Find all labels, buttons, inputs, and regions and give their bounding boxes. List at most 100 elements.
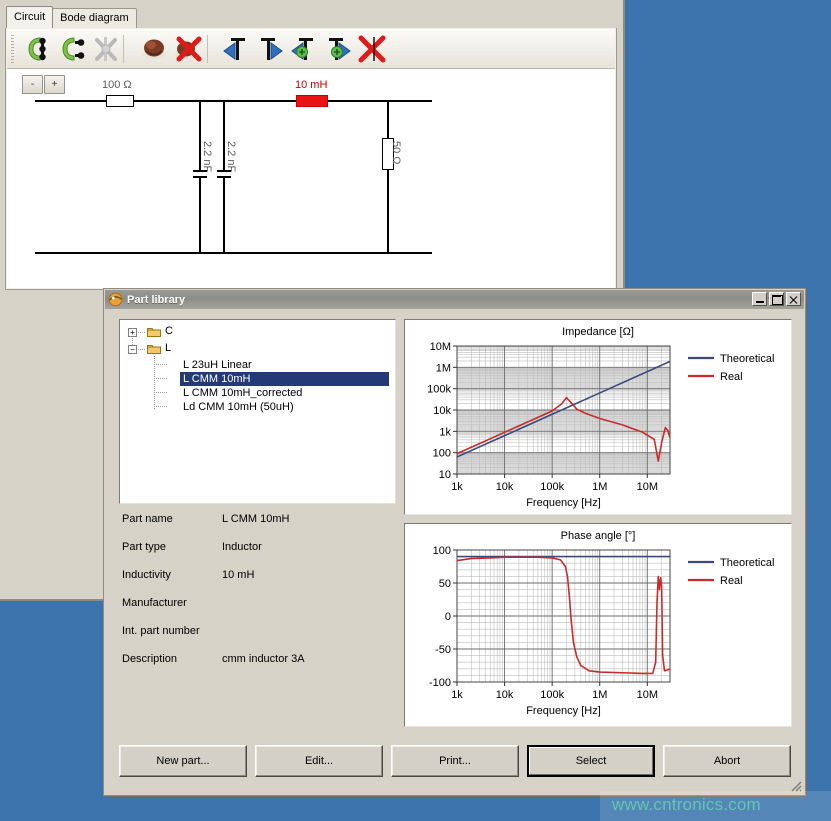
- inductor-l1-label: 10 mH: [295, 79, 327, 91]
- part-library-icon: [108, 292, 123, 307]
- part-tree[interactable]: + C − L L 23uH Linear L CMM 10mH L CMM: [119, 319, 396, 504]
- resistor-r2-label: 50 Ω: [390, 141, 402, 165]
- maximize-button[interactable]: [769, 292, 784, 306]
- insert-series-left-icon[interactable]: [219, 33, 253, 65]
- dialog-title: Part library: [127, 294, 185, 306]
- part-type-label: Part type: [122, 541, 166, 553]
- part-name-value: L CMM 10mH: [222, 513, 289, 525]
- toolbar: [7, 29, 615, 69]
- svg-text:50: 50: [439, 578, 451, 590]
- insert-parallel-right-icon[interactable]: [321, 33, 355, 65]
- part-library-dialog: Part library + C −: [103, 288, 806, 796]
- svg-text:100: 100: [433, 545, 451, 557]
- part-type-value: Inductor: [222, 541, 262, 553]
- svg-text:Frequency [Hz]: Frequency [Hz]: [526, 705, 601, 717]
- svg-text:1M: 1M: [592, 689, 607, 701]
- inductivity-label: Inductivity: [122, 569, 171, 581]
- svg-text:10k: 10k: [433, 405, 451, 417]
- svg-text:1M: 1M: [436, 362, 451, 374]
- int-part-number-label: Int. part number: [122, 625, 200, 637]
- tab-bode-diagram[interactable]: Bode diagram: [52, 8, 137, 28]
- tab-circuit[interactable]: Circuit: [6, 6, 53, 28]
- tree-group-l-label[interactable]: L: [165, 342, 171, 354]
- svg-text:10M: 10M: [430, 341, 451, 353]
- watermark: www.cntronics.com: [612, 795, 761, 815]
- svg-text:Theoretical: Theoretical: [720, 353, 774, 365]
- capacitor-c2-label: 2.2 nF: [225, 141, 237, 172]
- wire-bottom: [35, 252, 432, 254]
- impedance-plot: 101001k10k100k1M10M1k10k100k1M10MFrequen…: [405, 320, 793, 516]
- wire-top: [35, 100, 432, 102]
- part-name-label: Part name: [122, 513, 173, 525]
- svg-text:0: 0: [445, 611, 451, 623]
- abort-button[interactable]: Abort: [663, 745, 791, 777]
- print-button[interactable]: Print...: [391, 745, 519, 777]
- inductivity-value: 10 mH: [222, 569, 254, 581]
- svg-text:10M: 10M: [637, 689, 658, 701]
- wire-r2-lower: [387, 169, 389, 254]
- svg-text:-50: -50: [435, 644, 451, 656]
- tree-toggle-l[interactable]: −: [128, 345, 137, 354]
- svg-text:100k: 100k: [540, 481, 564, 493]
- edit-button[interactable]: Edit...: [255, 745, 383, 777]
- tabstrip: CircuitBode diagram: [6, 6, 136, 28]
- part-properties-icon[interactable]: [137, 33, 171, 65]
- folder-icon-l: [147, 343, 161, 354]
- inductor-l1[interactable]: [296, 95, 328, 107]
- wire-c1-lower: [199, 177, 201, 254]
- schematic-sheet[interactable]: - + 100 Ω 10 mH 2.2 nF 2.2 nF: [7, 69, 615, 288]
- description-value: cmm inductor 3A: [222, 653, 305, 665]
- connect-terminal-icon[interactable]: [55, 33, 89, 65]
- disconnect-icon[interactable]: [89, 33, 123, 65]
- svg-text:1k: 1k: [451, 481, 463, 493]
- minimize-button[interactable]: [752, 292, 767, 306]
- list-item[interactable]: L 23uH Linear: [180, 358, 255, 372]
- list-item[interactable]: L CMM 10mH: [180, 372, 389, 386]
- description-label: Description: [122, 653, 177, 665]
- zoom-in-button[interactable]: +: [44, 75, 65, 94]
- select-button-label: Select: [529, 747, 653, 775]
- delete-part-icon[interactable]: [171, 33, 205, 65]
- close-button[interactable]: [786, 292, 801, 306]
- folder-icon-c: [147, 326, 161, 337]
- toolbar-grip[interactable]: [11, 35, 14, 63]
- capacitor-c1-label: 2.2 nF: [201, 141, 213, 172]
- delete-branch-icon[interactable]: [355, 33, 389, 65]
- impedance-chart-panel: Impedance [Ω] 101001k10k100k1M10M1k10k10…: [404, 319, 792, 515]
- wire-r2-upper: [387, 100, 389, 138]
- svg-text:Real: Real: [720, 371, 743, 383]
- list-item[interactable]: L CMM 10mH_corrected: [180, 386, 305, 400]
- dialog-titlebar[interactable]: Part library: [105, 290, 804, 309]
- new-part-button[interactable]: New part...: [119, 745, 247, 777]
- insert-parallel-left-icon[interactable]: [287, 33, 321, 65]
- tree-group-c-label[interactable]: C: [165, 325, 173, 337]
- resistor-r1-label: 100 Ω: [102, 79, 132, 91]
- insert-series-right-icon[interactable]: [253, 33, 287, 65]
- svg-text:1k: 1k: [451, 689, 463, 701]
- svg-text:Frequency [Hz]: Frequency [Hz]: [526, 497, 601, 509]
- select-button[interactable]: Select: [527, 745, 655, 777]
- svg-text:100k: 100k: [427, 384, 451, 396]
- svg-text:10k: 10k: [496, 481, 514, 493]
- list-item[interactable]: Ld CMM 10mH (50uH): [180, 400, 297, 414]
- svg-text:1M: 1M: [592, 481, 607, 493]
- wire-c2-lower: [223, 177, 225, 254]
- wire-c1-top: [199, 100, 201, 138]
- tree-toggle-c[interactable]: +: [128, 328, 137, 337]
- circuit-panel: - + 100 Ω 10 mH 2.2 nF 2.2 nF: [5, 28, 617, 290]
- svg-text:10: 10: [439, 469, 451, 481]
- svg-text:100k: 100k: [540, 689, 564, 701]
- app-scroll-gutter: [617, 28, 623, 290]
- manufacturer-label: Manufacturer: [122, 597, 187, 609]
- svg-text:1k: 1k: [439, 426, 451, 438]
- svg-text:Theoretical: Theoretical: [720, 557, 774, 569]
- svg-text:10k: 10k: [496, 689, 514, 701]
- window-buttons: [752, 292, 801, 306]
- connect-node-icon[interactable]: [21, 33, 55, 65]
- phase-chart-panel: Phase angle [°] -100-500501001k10k100k1M…: [404, 523, 792, 727]
- svg-text:Real: Real: [720, 575, 743, 587]
- zoom-out-button[interactable]: -: [22, 75, 43, 94]
- svg-text:100: 100: [433, 448, 451, 460]
- resistor-r1[interactable]: [106, 95, 134, 107]
- svg-text:-100: -100: [429, 677, 451, 689]
